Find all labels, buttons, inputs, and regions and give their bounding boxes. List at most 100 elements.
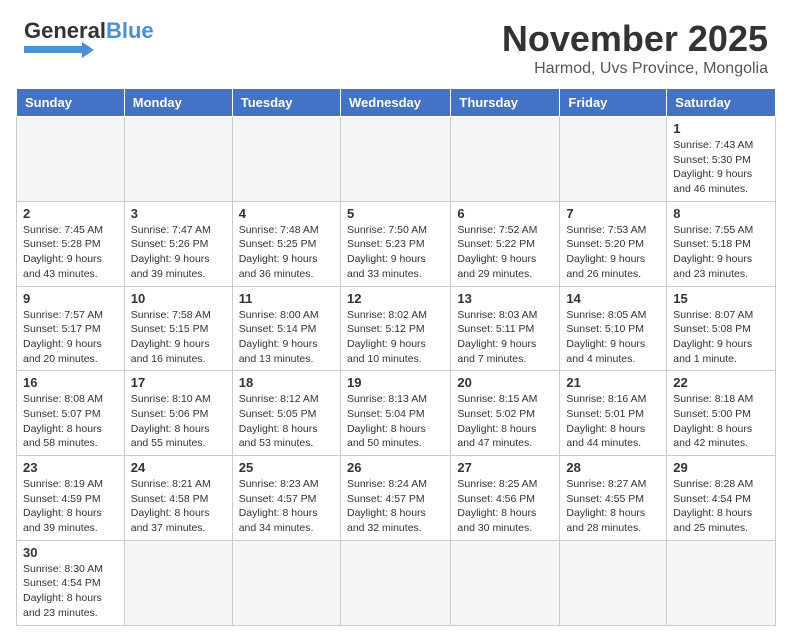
day-number: 17 [131, 375, 226, 390]
day-number: 2 [23, 206, 118, 221]
day-number: 11 [239, 291, 334, 306]
day-info: Sunrise: 7:43 AM Sunset: 5:30 PM Dayligh… [673, 138, 769, 197]
day-info: Sunrise: 7:58 AM Sunset: 5:15 PM Dayligh… [131, 308, 226, 367]
day-info: Sunrise: 8:21 AM Sunset: 4:58 PM Dayligh… [131, 477, 226, 536]
col-saturday: Saturday [667, 89, 776, 117]
day-info: Sunrise: 8:24 AM Sunset: 4:57 PM Dayligh… [347, 477, 444, 536]
calendar-cell [560, 117, 667, 202]
page-container: General Blue November 2025 Harmod, Uvs P… [0, 0, 792, 636]
day-number: 18 [239, 375, 334, 390]
day-info: Sunrise: 8:05 AM Sunset: 5:10 PM Dayligh… [566, 308, 660, 367]
day-info: Sunrise: 7:52 AM Sunset: 5:22 PM Dayligh… [457, 223, 553, 282]
calendar-cell [451, 540, 560, 625]
day-number: 26 [347, 460, 444, 475]
day-info: Sunrise: 7:47 AM Sunset: 5:26 PM Dayligh… [131, 223, 226, 282]
day-info: Sunrise: 8:23 AM Sunset: 4:57 PM Dayligh… [239, 477, 334, 536]
day-info: Sunrise: 8:12 AM Sunset: 5:05 PM Dayligh… [239, 392, 334, 451]
day-number: 20 [457, 375, 553, 390]
day-info: Sunrise: 8:27 AM Sunset: 4:55 PM Dayligh… [566, 477, 660, 536]
calendar-cell: 23 Sunrise: 8:19 AM Sunset: 4:59 PM Dayli… [17, 456, 125, 541]
calendar-cell [232, 117, 340, 202]
day-number: 5 [347, 206, 444, 221]
calendar-cell: 5 Sunrise: 7:50 AM Sunset: 5:23 PM Daylig… [340, 201, 450, 286]
day-number: 10 [131, 291, 226, 306]
calendar-cell: 30Sunrise: 8:30 AM Sunset: 4:54 PM Dayli… [17, 540, 125, 625]
logo-blue-text: Blue [106, 18, 154, 44]
title-block: November 2025 Harmod, Uvs Province, Mong… [502, 18, 768, 78]
calendar-cell: 17 Sunrise: 8:10 AM Sunset: 5:06 PM Dayli… [124, 371, 232, 456]
day-number: 19 [347, 375, 444, 390]
calendar-cell [667, 540, 776, 625]
day-number: 1 [673, 121, 769, 136]
calendar-cell: 16 Sunrise: 8:08 AM Sunset: 5:07 PM Dayli… [17, 371, 125, 456]
col-wednesday: Wednesday [340, 89, 450, 117]
day-number: 3 [131, 206, 226, 221]
calendar-title: November 2025 [502, 18, 768, 60]
day-number: 22 [673, 375, 769, 390]
calendar-cell [124, 540, 232, 625]
calendar-cell: 29Sunrise: 8:28 AM Sunset: 4:54 PM Dayli… [667, 456, 776, 541]
day-info: Sunrise: 7:53 AM Sunset: 5:20 PM Dayligh… [566, 223, 660, 282]
calendar-week-4: 16 Sunrise: 8:08 AM Sunset: 5:07 PM Dayli… [17, 371, 776, 456]
calendar-cell: 24Sunrise: 8:21 AM Sunset: 4:58 PM Dayli… [124, 456, 232, 541]
day-info: Sunrise: 7:50 AM Sunset: 5:23 PM Dayligh… [347, 223, 444, 282]
calendar-cell: 20 Sunrise: 8:15 AM Sunset: 5:02 PM Dayli… [451, 371, 560, 456]
day-number: 13 [457, 291, 553, 306]
calendar-cell: 2Sunrise: 7:45 AM Sunset: 5:28 PM Daylig… [17, 201, 125, 286]
calendar-cell: 28 Sunrise: 8:27 AM Sunset: 4:55 PM Dayli… [560, 456, 667, 541]
calendar-cell: 13Sunrise: 8:03 AM Sunset: 5:11 PM Dayli… [451, 286, 560, 371]
calendar-cell: 7Sunrise: 7:53 AM Sunset: 5:20 PM Daylig… [560, 201, 667, 286]
calendar-header-row: Sunday Monday Tuesday Wednesday Thursday… [17, 89, 776, 117]
day-info: Sunrise: 8:07 AM Sunset: 5:08 PM Dayligh… [673, 308, 769, 367]
day-info: Sunrise: 8:10 AM Sunset: 5:06 PM Dayligh… [131, 392, 226, 451]
day-info: Sunrise: 8:28 AM Sunset: 4:54 PM Dayligh… [673, 477, 769, 536]
calendar-body: 1 Sunrise: 7:43 AM Sunset: 5:30 PM Daylig… [17, 117, 776, 626]
calendar-subtitle: Harmod, Uvs Province, Mongolia [502, 60, 768, 78]
calendar-cell [232, 540, 340, 625]
day-number: 12 [347, 291, 444, 306]
col-thursday: Thursday [451, 89, 560, 117]
calendar-cell: 25Sunrise: 8:23 AM Sunset: 4:57 PM Dayli… [232, 456, 340, 541]
logo: General Blue [24, 18, 154, 53]
day-info: Sunrise: 7:48 AM Sunset: 5:25 PM Dayligh… [239, 223, 334, 282]
calendar-week-1: 1 Sunrise: 7:43 AM Sunset: 5:30 PM Daylig… [17, 117, 776, 202]
day-number: 30 [23, 545, 118, 560]
day-info: Sunrise: 8:19 AM Sunset: 4:59 PM Dayligh… [23, 477, 118, 536]
logo-arrow [82, 42, 94, 58]
calendar-cell: 8Sunrise: 7:55 AM Sunset: 5:18 PM Daylig… [667, 201, 776, 286]
calendar-cell [124, 117, 232, 202]
calendar-cell [340, 540, 450, 625]
calendar-cell: 12 Sunrise: 8:02 AM Sunset: 5:12 PM Dayli… [340, 286, 450, 371]
calendar-week-5: 23 Sunrise: 8:19 AM Sunset: 4:59 PM Dayli… [17, 456, 776, 541]
calendar-cell: 18 Sunrise: 8:12 AM Sunset: 5:05 PM Dayli… [232, 371, 340, 456]
day-number: 23 [23, 460, 118, 475]
calendar-cell: 22Sunrise: 8:18 AM Sunset: 5:00 PM Dayli… [667, 371, 776, 456]
calendar-week-6: 30Sunrise: 8:30 AM Sunset: 4:54 PM Dayli… [17, 540, 776, 625]
calendar-cell: 10 Sunrise: 7:58 AM Sunset: 5:15 PM Dayli… [124, 286, 232, 371]
day-info: Sunrise: 8:02 AM Sunset: 5:12 PM Dayligh… [347, 308, 444, 367]
calendar-cell: 6 Sunrise: 7:52 AM Sunset: 5:22 PM Daylig… [451, 201, 560, 286]
calendar-cell: 26 Sunrise: 8:24 AM Sunset: 4:57 PM Dayli… [340, 456, 450, 541]
calendar-cell: 9Sunrise: 7:57 AM Sunset: 5:17 PM Daylig… [17, 286, 125, 371]
logo-general-text: General [24, 18, 106, 44]
day-number: 6 [457, 206, 553, 221]
calendar-cell: 27Sunrise: 8:25 AM Sunset: 4:56 PM Dayli… [451, 456, 560, 541]
calendar-cell [340, 117, 450, 202]
day-info: Sunrise: 8:13 AM Sunset: 5:04 PM Dayligh… [347, 392, 444, 451]
calendar-cell: 11 Sunrise: 8:00 AM Sunset: 5:14 PM Dayli… [232, 286, 340, 371]
calendar-cell [451, 117, 560, 202]
day-number: 27 [457, 460, 553, 475]
day-info: Sunrise: 8:00 AM Sunset: 5:14 PM Dayligh… [239, 308, 334, 367]
day-info: Sunrise: 8:08 AM Sunset: 5:07 PM Dayligh… [23, 392, 118, 451]
day-number: 16 [23, 375, 118, 390]
calendar-cell: 19 Sunrise: 8:13 AM Sunset: 5:04 PM Dayli… [340, 371, 450, 456]
day-info: Sunrise: 8:16 AM Sunset: 5:01 PM Dayligh… [566, 392, 660, 451]
calendar-week-3: 9Sunrise: 7:57 AM Sunset: 5:17 PM Daylig… [17, 286, 776, 371]
day-number: 8 [673, 206, 769, 221]
page-header: General Blue November 2025 Harmod, Uvs P… [0, 0, 792, 88]
day-number: 28 [566, 460, 660, 475]
calendar-table: Sunday Monday Tuesday Wednesday Thursday… [16, 88, 776, 626]
day-number: 4 [239, 206, 334, 221]
logo-bar [24, 46, 89, 53]
day-info: Sunrise: 8:15 AM Sunset: 5:02 PM Dayligh… [457, 392, 553, 451]
